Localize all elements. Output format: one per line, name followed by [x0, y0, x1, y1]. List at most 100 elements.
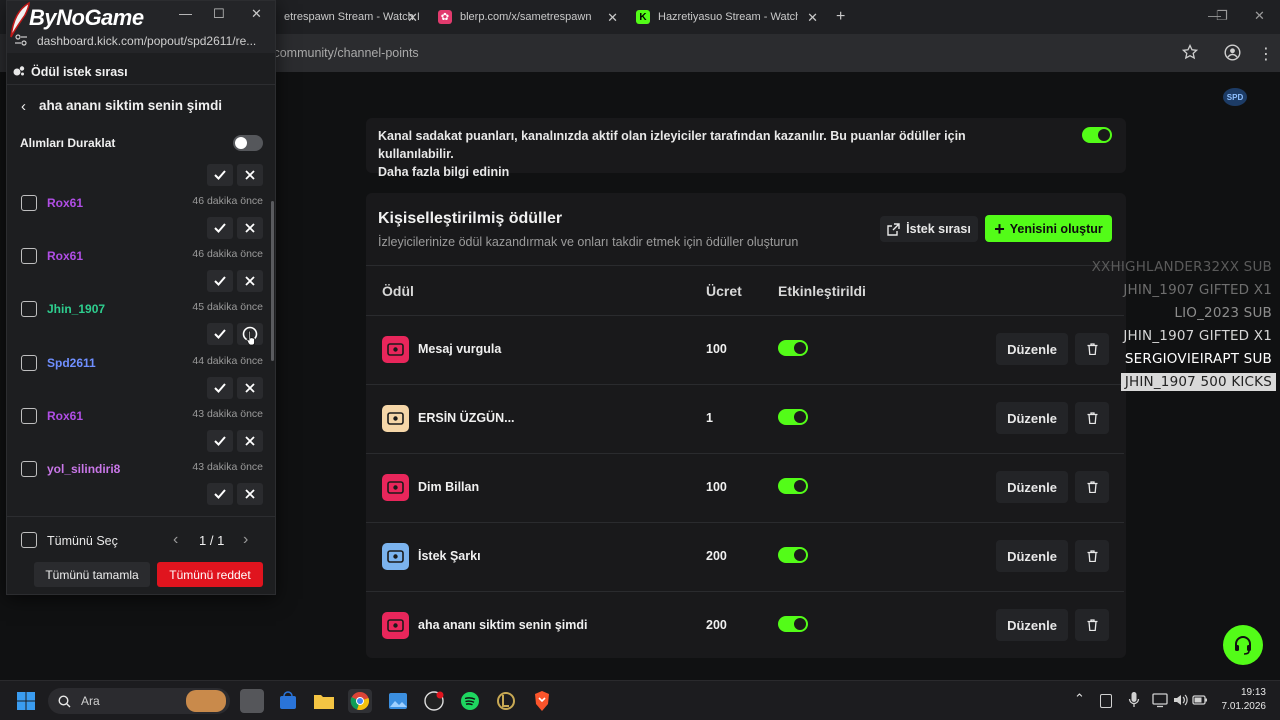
tray-overflow-icon[interactable]: ⌃	[1074, 691, 1085, 707]
request-username[interactable]: Spd2611	[47, 356, 96, 370]
more-menu-icon[interactable]: ⋮	[1258, 44, 1274, 64]
popout-restore-icon[interactable]: ☐	[213, 6, 225, 22]
channel-avatar[interactable]: SPD	[1223, 88, 1247, 106]
request-username[interactable]: Rox61	[47, 196, 83, 210]
approve-button[interactable]	[207, 164, 233, 186]
request-checkbox[interactable]	[21, 355, 37, 371]
windows-start-icon[interactable]	[14, 689, 38, 713]
url-bar[interactable]: /community/channel-points	[270, 41, 1210, 65]
reject-button[interactable]	[237, 217, 263, 239]
edit-reward-button[interactable]: Düzenle	[996, 402, 1068, 434]
approve-button[interactable]	[207, 217, 233, 239]
league-icon[interactable]	[494, 689, 518, 713]
channel-points-icon	[13, 64, 25, 76]
select-all-checkbox[interactable]	[21, 532, 37, 548]
blerp-favicon-icon: ✿	[438, 10, 452, 24]
next-page-icon[interactable]: ›	[243, 531, 248, 549]
approve-button[interactable]	[207, 483, 233, 505]
close-tab-icon[interactable]: ✕	[607, 10, 618, 26]
support-chat-button[interactable]	[1223, 625, 1263, 665]
reward-enabled-toggle[interactable]	[778, 547, 808, 563]
reject-button[interactable]	[237, 430, 263, 452]
tab-label: Hazretiyasuo Stream - Watch Li	[658, 11, 798, 23]
file-explorer-icon[interactable]	[312, 689, 336, 713]
close-tab-icon[interactable]: ✕	[807, 10, 818, 26]
reject-button[interactable]	[237, 377, 263, 399]
spotify-icon[interactable]	[458, 689, 482, 713]
edit-reward-button[interactable]: Düzenle	[996, 333, 1068, 365]
request-username[interactable]: yol_silindiri8	[47, 462, 120, 476]
obs-icon[interactable]	[422, 689, 446, 713]
request-checkbox[interactable]	[21, 248, 37, 264]
reward-enabled-toggle[interactable]	[778, 616, 808, 632]
clock[interactable]: 19:13 7.01.2026	[1218, 686, 1267, 714]
request-username[interactable]: Rox61	[47, 409, 83, 423]
column-header-cost: Ücret	[706, 283, 742, 299]
microphone-icon[interactable]	[1128, 691, 1140, 714]
reward-enabled-toggle[interactable]	[778, 409, 808, 425]
channel-points-toggle[interactable]	[1082, 127, 1112, 143]
request-checkbox[interactable]	[21, 408, 37, 424]
popout-minimize-icon[interactable]: —	[179, 6, 192, 21]
reject-button[interactable]	[237, 483, 263, 505]
reject-all-button[interactable]: Tümünü reddet	[157, 562, 263, 587]
edit-reward-button[interactable]: Düzenle	[996, 609, 1068, 641]
close-window-icon[interactable]: ✕	[1254, 8, 1265, 24]
request-checkbox[interactable]	[21, 461, 37, 477]
approve-button[interactable]	[207, 377, 233, 399]
approve-button[interactable]	[207, 323, 233, 345]
network-icon[interactable]	[1152, 692, 1168, 713]
request-row: Jhin_1907 45 dakika önce	[7, 294, 277, 347]
request-username[interactable]: Rox61	[47, 249, 83, 263]
approve-button[interactable]	[207, 430, 233, 452]
clock-time: 19:13	[1240, 687, 1266, 698]
request-checkbox[interactable]	[21, 301, 37, 317]
back-chevron-icon[interactable]: ‹	[21, 98, 26, 115]
popout-close-icon[interactable]: ✕	[251, 6, 262, 22]
tab-label: etrespawn Stream - Watch I	[284, 11, 420, 23]
browser-tab-hazretiyasuo[interactable]: K Hazretiyasuo Stream - Watch Li ✕	[628, 0, 826, 34]
chrome-icon[interactable]	[348, 689, 372, 713]
reject-button[interactable]	[237, 164, 263, 186]
prev-page-icon[interactable]: ‹	[173, 531, 178, 549]
delete-reward-button[interactable]	[1075, 402, 1109, 434]
complete-all-button[interactable]: Tümünü tamamla	[34, 562, 150, 587]
scrollbar-thumb[interactable]	[271, 201, 274, 361]
battery-icon[interactable]	[1192, 692, 1208, 713]
delete-reward-button[interactable]	[1075, 609, 1109, 641]
trash-icon	[1087, 343, 1097, 355]
brave-icon[interactable]	[530, 689, 554, 713]
task-view-icon[interactable]	[240, 689, 264, 713]
browser-tab-stream[interactable]: etrespawn Stream - Watch I ✕	[276, 0, 426, 34]
pause-toggle[interactable]	[233, 135, 263, 151]
store-icon[interactable]	[276, 689, 300, 713]
new-tab-button[interactable]: +	[828, 0, 852, 34]
close-tab-icon[interactable]: ✕	[407, 10, 418, 26]
reward-row: Dim Billan 100 Düzenle	[366, 454, 1126, 522]
delete-reward-button[interactable]	[1075, 471, 1109, 503]
approve-button[interactable]	[207, 270, 233, 292]
reward-cost: 200	[706, 549, 727, 563]
photos-icon[interactable]	[386, 689, 410, 713]
edit-reward-button[interactable]: Düzenle	[996, 540, 1068, 572]
device-icon[interactable]	[1100, 694, 1112, 708]
taskbar-search[interactable]: Ara	[48, 688, 230, 714]
profile-icon[interactable]	[1224, 44, 1241, 66]
overlay-event: XXHIGHLANDER32XX SUB	[1091, 259, 1272, 275]
request-checkbox[interactable]	[21, 195, 37, 211]
site-settings-icon[interactable]	[15, 33, 27, 47]
delete-reward-button[interactable]	[1075, 540, 1109, 572]
learn-more-link[interactable]: Daha fazla bilgi edinin	[378, 165, 509, 179]
browser-tab-blerp[interactable]: ✿ blerp.com/x/sametrespawn ✕	[430, 0, 626, 34]
create-reward-button[interactable]: + Yenisini oluştur	[985, 215, 1112, 242]
edit-reward-button[interactable]: Düzenle	[996, 471, 1068, 503]
queue-button[interactable]: İstek sırası	[880, 216, 978, 242]
reward-enabled-toggle[interactable]	[778, 478, 808, 494]
request-username[interactable]: Jhin_1907	[47, 302, 105, 316]
reject-button[interactable]	[237, 270, 263, 292]
reward-enabled-toggle[interactable]	[778, 340, 808, 356]
bookmark-star-icon[interactable]	[1181, 43, 1199, 65]
volume-icon[interactable]	[1172, 692, 1188, 713]
url-text: /community/channel-points	[270, 46, 419, 60]
restore-icon[interactable]: ❐	[1216, 8, 1228, 24]
